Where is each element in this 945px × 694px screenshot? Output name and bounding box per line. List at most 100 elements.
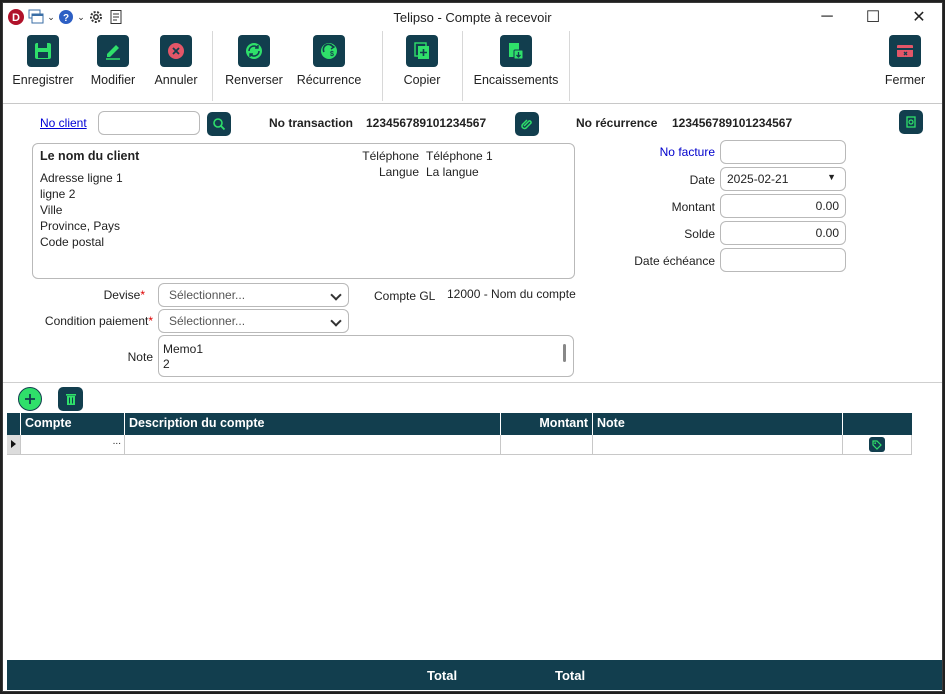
cancel-label: Annuler <box>154 73 198 87</box>
cell-description[interactable] <box>125 435 501 454</box>
minimize-button[interactable]: ─ <box>804 3 850 31</box>
plus-icon <box>25 394 35 404</box>
column-header-account[interactable]: Compte <box>21 413 125 435</box>
client-province-country: Province, Pays <box>40 219 121 233</box>
phone-label: Téléphone <box>362 149 419 163</box>
note-label: Note <box>127 350 153 364</box>
save-button[interactable]: Enregistrer <box>11 35 75 87</box>
total-label-1: Total <box>427 668 458 683</box>
note-line-1: Memo1 <box>163 342 204 356</box>
client-address-2: ligne 2 <box>40 187 76 201</box>
payments-icon <box>500 35 532 67</box>
save-label: Enregistrer <box>12 73 74 87</box>
cancel-icon <box>160 35 192 67</box>
totals-bar: Total Total <box>7 660 942 690</box>
save-icon <box>27 35 59 67</box>
toolbar-divider <box>569 31 570 101</box>
pencil-icon <box>97 35 129 67</box>
amount-input[interactable]: 0.00 <box>720 194 846 218</box>
toolbar-divider <box>212 31 213 101</box>
client-no-input[interactable] <box>98 111 200 135</box>
column-header-action <box>843 413 912 435</box>
attach-button[interactable] <box>515 112 539 136</box>
recurrence-no-value: 123456789101234567 <box>672 116 793 130</box>
recurrence-label: Récurrence <box>296 73 362 87</box>
reverse-button[interactable]: Renverser <box>221 35 287 87</box>
window-title: Telipso - Compte à recevoir <box>393 10 552 25</box>
recurrence-doc-icon <box>906 116 916 128</box>
chevron-down-icon <box>330 315 342 327</box>
modify-button[interactable]: Modifier <box>85 35 141 87</box>
modify-label: Modifier <box>90 73 136 87</box>
copy-label: Copier <box>403 73 441 87</box>
client-postal-code: Code postal <box>40 235 105 249</box>
table-row[interactable]: ... <box>7 435 912 455</box>
due-date-label: Date échéance <box>634 254 715 268</box>
phone-value: Téléphone 1 <box>426 149 493 163</box>
chevron-down-icon <box>330 289 342 301</box>
date-label: Date <box>689 173 715 187</box>
invoice-no-input[interactable] <box>720 140 846 164</box>
paperclip-icon <box>521 119 532 130</box>
transaction-label: No transaction <box>269 116 354 130</box>
grid-row-indicator-header <box>7 413 21 435</box>
tag-button[interactable] <box>869 437 885 452</box>
dropdown-arrow-icon: ▼ <box>827 172 836 182</box>
recurrence-button[interactable]: $ Récurrence <box>293 35 365 87</box>
row-indicator <box>7 435 21 454</box>
ellipsis-button[interactable]: ... <box>113 436 121 447</box>
payment-terms-label: Condition paiement* <box>44 314 153 328</box>
currency-placeholder: Sélectionner... <box>169 288 246 302</box>
recurrence-icon: $ <box>313 35 345 67</box>
cell-account[interactable]: ... <box>21 435 125 454</box>
currency-select[interactable]: Sélectionner... <box>158 283 349 307</box>
cell-amount[interactable] <box>501 435 593 454</box>
tag-icon <box>872 439 882 450</box>
reverse-label: Renverser <box>225 73 283 87</box>
column-header-note[interactable]: Note <box>593 413 843 435</box>
note-scrollbar[interactable] <box>563 344 566 362</box>
form-divider <box>3 382 942 383</box>
toolbar-divider <box>382 31 383 101</box>
balance-label: Solde <box>684 227 715 241</box>
payments-label: Encaissements <box>473 73 559 87</box>
cancel-button[interactable]: Annuler <box>151 35 201 87</box>
client-no-link[interactable]: No client <box>40 116 87 130</box>
gl-account-value: 12000 - Nom du compte <box>447 287 576 301</box>
transaction-value: 123456789101234567 <box>366 116 487 130</box>
maximize-button[interactable]: ☐ <box>850 3 896 31</box>
close-button[interactable]: Fermer <box>881 35 929 87</box>
main-window: D ⌄ ? ⌄ Telipso - Compte à recevoir ─ ☐ … <box>2 2 943 692</box>
client-info-panel: Le nom du client Adresse ligne 1 ligne 2… <box>32 143 575 279</box>
balance-input[interactable]: 0.00 <box>720 221 846 245</box>
copy-button[interactable]: Copier <box>397 35 447 87</box>
total-label-2: Total <box>555 668 586 683</box>
cell-note[interactable] <box>593 435 843 454</box>
delete-line-button[interactable] <box>58 387 83 411</box>
column-header-amount[interactable]: Montant <box>501 413 593 435</box>
svg-text:$: $ <box>330 51 334 58</box>
recurrence-no-label: No récurrence <box>576 116 658 130</box>
column-header-description[interactable]: Description du compte <box>125 413 501 435</box>
close-window-button[interactable]: ✕ <box>896 3 942 31</box>
amount-label: Montant <box>671 200 715 214</box>
language-label: Langue <box>378 165 419 179</box>
toolbar-divider <box>462 31 463 101</box>
due-date-input[interactable] <box>720 248 846 272</box>
copy-icon <box>406 35 438 67</box>
toolbar-bottom-border <box>3 103 942 104</box>
date-value: 2025-02-21 <box>727 172 789 186</box>
close-register-icon <box>889 35 921 67</box>
invoice-no-label: No facture <box>659 145 715 159</box>
search-client-button[interactable] <box>207 112 231 136</box>
note-textarea[interactable]: Memo1 2 <box>158 335 574 377</box>
payment-terms-select[interactable]: Sélectionner... <box>158 309 349 333</box>
toolbar: Enregistrer Modifier Annuler Renverser $… <box>3 31 942 103</box>
client-address-1: Adresse ligne 1 <box>40 171 123 185</box>
date-picker[interactable]: 2025-02-21 ▼ <box>720 167 846 191</box>
add-line-button[interactable] <box>18 387 42 411</box>
recurrence-detail-button[interactable] <box>899 110 923 134</box>
payments-button[interactable]: Encaissements <box>473 35 559 87</box>
grid-header: Compte Description du compte Montant Not… <box>7 413 912 435</box>
title-bar: D ⌄ ? ⌄ Telipso - Compte à recevoir ─ ☐ … <box>3 3 942 31</box>
